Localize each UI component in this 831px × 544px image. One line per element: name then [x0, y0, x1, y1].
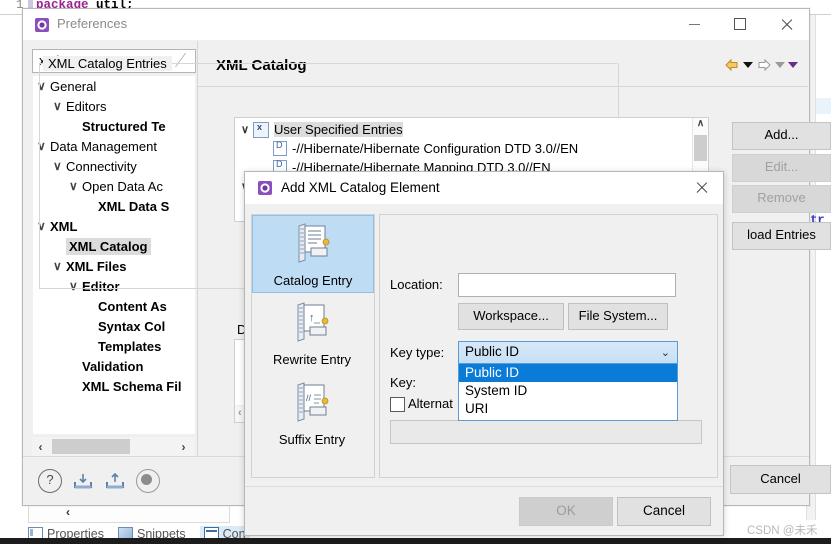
dialog-footer: OK Cancel — [245, 486, 723, 535]
editor-tab-strip — [28, 503, 230, 523]
tree-item-syntax-col[interactable]: Syntax Col — [85, 316, 165, 336]
scroll-up-arrow-icon[interactable]: ∧ — [693, 118, 708, 133]
key-type-selected-value: Public ID — [465, 344, 520, 359]
entry-label: User Specified Entries — [274, 122, 403, 137]
preferences-title: Preferences — [57, 16, 128, 31]
close-icon — [780, 18, 793, 31]
maximize-button[interactable] — [717, 9, 763, 39]
export-icon[interactable] — [104, 470, 126, 492]
key-label: Key: — [390, 375, 417, 390]
svg-text:↑: ↑ — [309, 312, 315, 324]
tree-scroll-right-arrow[interactable]: › — [175, 440, 192, 454]
details-scroll-left-arrow[interactable]: ‹ — [238, 407, 242, 419]
alternative-label: Alternat — [408, 396, 453, 411]
preferences-cancel-button[interactable]: Cancel — [730, 465, 831, 494]
entries-group-legend: XML Catalog Entries — [43, 56, 172, 71]
tree-item-templates[interactable]: Templates — [85, 336, 161, 356]
location-input[interactable] — [458, 273, 676, 297]
import-icon[interactable] — [72, 470, 94, 492]
entry-row[interactable]: -//Hibernate/Hibernate Configuration DTD… — [257, 139, 578, 158]
entry-type-suffix-entry[interactable]: // Suffix Entry — [252, 375, 372, 451]
preferences-icon — [34, 17, 50, 33]
reload-entries-button[interactable]: load Entries — [732, 222, 831, 250]
watermark: CSDN @未禾 — [747, 525, 818, 537]
minimize-icon — [688, 23, 700, 25]
catalog-element-icon — [257, 180, 273, 196]
view-menu-chevron-down-icon[interactable] — [788, 62, 798, 68]
editor-right-area — [815, 15, 831, 520]
entry-form: Location: Workspace... File System... Ke… — [379, 214, 718, 478]
dialog-titlebar: Add XML Catalog Element — [245, 172, 723, 204]
tree-item-validation[interactable]: Validation — [69, 356, 143, 376]
dialog-close-button[interactable] — [679, 172, 723, 203]
help-icon[interactable]: ? — [38, 469, 62, 493]
entry-type-suffix-entry-label: Suffix Entry — [278, 432, 346, 447]
chevron-down-icon[interactable]: ∨ — [237, 123, 253, 136]
minimize-button[interactable] — [671, 9, 717, 39]
key-type-dropdown-list[interactable]: Public ID System ID URI — [458, 363, 678, 421]
editor-tab-scroll-left[interactable]: ‹ — [66, 505, 70, 519]
location-label: Location: — [390, 277, 443, 292]
entry-row[interactable]: ∨ User Specified Entries — [237, 120, 403, 139]
suffix-entry-icon: // — [292, 381, 332, 423]
entry-type-rewrite-entry-label: Rewrite Entry — [272, 352, 352, 367]
editor-highlight-band — [815, 98, 831, 114]
groupbox-top-right — [153, 63, 617, 64]
back-arrow-icon[interactable] — [724, 58, 740, 72]
workspace-button[interactable]: Workspace... — [458, 303, 564, 330]
close-button[interactable] — [763, 9, 809, 39]
screen-root: 1 package util; =tr ‹ Properties Snippet… — [0, 0, 831, 544]
dialog-title: Add XML Catalog Element — [281, 180, 440, 195]
forward-arrow-icon[interactable] — [756, 58, 772, 72]
preferences-titlebar: Preferences — [23, 9, 809, 40]
entry-type-catalog-entry[interactable]: Catalog Entry — [252, 215, 374, 293]
entry-label: -//Hibernate/Hibernate Configuration DTD… — [292, 141, 579, 156]
forward-menu-chevron-down-icon[interactable] — [775, 62, 785, 68]
tree-item-label: Syntax Col — [98, 318, 166, 334]
dtd-entry-icon — [273, 140, 287, 156]
remove-button: Remove — [732, 185, 831, 213]
edit-button: Edit... — [732, 154, 831, 182]
entry-type-catalog-entry-label: Catalog Entry — [273, 273, 353, 288]
key-type-label: Key type: — [390, 345, 445, 360]
dialog-cancel-button[interactable]: Cancel — [617, 497, 711, 526]
catalog-group-icon — [253, 121, 269, 138]
alternative-input[interactable] — [390, 420, 702, 444]
entry-type-rewrite-entry[interactable]: ↑ Rewrite Entry — [252, 295, 372, 371]
rewrite-entry-icon: ↑ — [292, 301, 332, 343]
svg-text://: // — [306, 393, 312, 403]
restore-defaults-icon[interactable] — [136, 469, 160, 493]
alternative-checkbox[interactable] — [390, 397, 405, 412]
tree-item-content-as[interactable]: Content As — [85, 296, 167, 316]
maximize-icon — [734, 18, 746, 30]
tree-item-label: XML Schema Fil — [82, 378, 182, 394]
catalog-entry-icon — [293, 222, 333, 264]
tree-item-label: Validation — [82, 358, 144, 374]
tree-scroll-left-arrow[interactable]: ‹ — [32, 440, 49, 454]
chevron-down-icon: ⌄ — [660, 347, 670, 359]
entries-scroll-thumb[interactable] — [694, 135, 707, 161]
tree-scroll-thumb[interactable] — [52, 439, 130, 454]
screen-bottom-edge — [0, 538, 831, 544]
back-menu-chevron-down-icon[interactable] — [743, 62, 753, 68]
key-type-option-uri[interactable]: URI — [459, 400, 677, 418]
page-nav-toolbar — [724, 58, 798, 72]
close-icon — [695, 181, 708, 194]
key-type-option-system-id[interactable]: System ID — [459, 382, 677, 400]
preferences-footer-icons: ? — [38, 469, 160, 493]
ok-button: OK — [519, 497, 613, 526]
tree-horizontal-scrollbar[interactable]: ‹ › — [32, 436, 194, 456]
add-xml-catalog-element-dialog: Add XML Catalog Element Catalog Entry ↑ … — [244, 171, 724, 536]
tree-item-label: Content As — [98, 298, 167, 314]
key-type-option-public-id[interactable]: Public ID — [459, 364, 677, 382]
tree-item-label: Templates — [98, 338, 162, 354]
key-type-select[interactable]: Public ID ⌄ — [458, 341, 678, 365]
entry-type-panel: Catalog Entry ↑ Rewrite Entry // Suffix … — [251, 214, 375, 478]
file-system-button[interactable]: File System... — [568, 303, 668, 330]
dialog-body: Catalog Entry ↑ Rewrite Entry // Suffix … — [245, 204, 723, 486]
add-button[interactable]: Add... — [732, 122, 831, 150]
tree-item-xml-schema-fil[interactable]: XML Schema Fil — [69, 376, 181, 396]
